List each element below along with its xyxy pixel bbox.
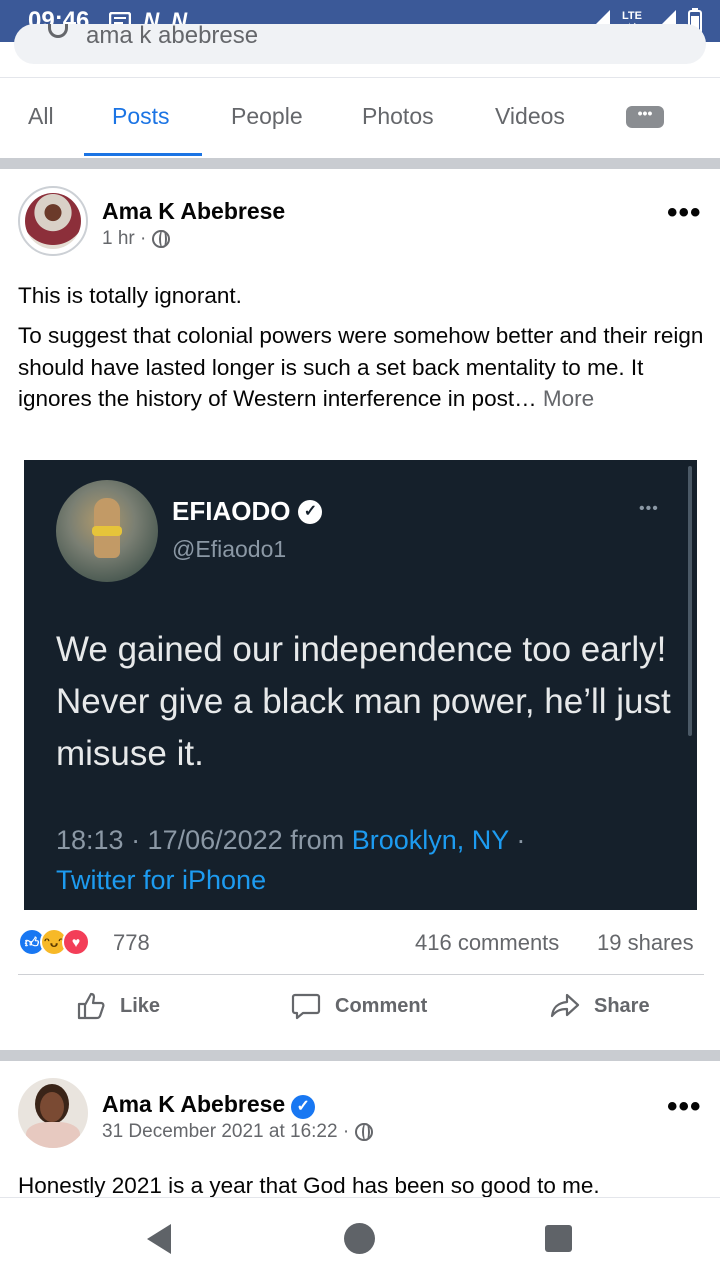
android-nav-bar (0, 1197, 720, 1280)
like-button[interactable]: Like (76, 986, 160, 1026)
post-time: 1 hr · (102, 228, 147, 249)
comment-button[interactable]: Comment (291, 986, 427, 1026)
share-count[interactable]: 19 shares (597, 930, 694, 956)
tab-videos[interactable]: Videos (495, 103, 565, 130)
back-icon[interactable] (147, 1224, 171, 1254)
tweet-name: EFIAODO ✓ (172, 496, 323, 527)
tweet-location: Brooklyn, NY (351, 825, 509, 855)
tweet-client: Twitter for iPhone (56, 865, 267, 895)
more-link[interactable]: More (543, 386, 594, 411)
comment-count[interactable]: 416 comments (415, 930, 559, 956)
post-divider (0, 1050, 720, 1061)
tweet-more-icon: ••• (639, 500, 659, 517)
share-button[interactable]: Share (550, 986, 650, 1026)
post-options-icon[interactable]: ••• (667, 1090, 702, 1124)
active-tab-indicator (84, 153, 202, 156)
search-icon (48, 24, 68, 38)
post-text-body: To suggest that colonial powers were som… (18, 323, 704, 411)
post-meta: 1 hr · (102, 228, 171, 250)
tweet-text: We gained our independence too early! Ne… (56, 630, 671, 773)
more-tabs-icon[interactable]: ••• (626, 106, 664, 128)
verified-icon: ✓ (291, 1095, 316, 1119)
home-icon[interactable] (344, 1223, 375, 1254)
tab-posts[interactable]: Posts (112, 103, 170, 130)
avatar[interactable] (18, 186, 88, 256)
tweet-handle: @Efiaodo1 (172, 536, 287, 562)
post-image-tweet[interactable]: EFIAODO ✓ @Efiaodo1 ••• We gained our in… (24, 460, 697, 910)
avatar[interactable] (18, 1078, 88, 1148)
search-query: ama k abebrese (86, 24, 259, 49)
comment-label: Comment (335, 994, 428, 1017)
share-label: Share (594, 994, 650, 1017)
reaction-count[interactable]: 778 (113, 930, 150, 956)
comment-icon (291, 993, 321, 1020)
like-label: Like (120, 994, 161, 1017)
tweet-scrollbar (688, 466, 692, 736)
search-input[interactable]: ama k abebrese (14, 24, 706, 64)
tweet-footer: 18:13 · 17/06/2022 from Brooklyn, NY · T… (56, 825, 526, 895)
post-text-line1: This is totally ignorant. (18, 283, 242, 308)
reaction-divider (18, 974, 704, 975)
like-icon (77, 992, 105, 1020)
post-author[interactable]: Ama K Abebrese ✓ (102, 1091, 316, 1119)
reaction-icons[interactable]: 👍︎ ᵔᴗᵔ ♥ (18, 928, 90, 956)
tweet-avatar (56, 480, 158, 582)
recent-apps-icon[interactable] (545, 1225, 572, 1252)
post-time: 31 December 2021 at 16:22 · (102, 1121, 350, 1142)
search-bar-area: ama k abebrese (0, 24, 720, 78)
love-reaction-icon: ♥ (62, 928, 90, 956)
tab-photos[interactable]: Photos (362, 103, 434, 130)
globe-icon (152, 230, 171, 248)
post-options-icon[interactable]: ••• (667, 196, 702, 230)
post-author[interactable]: Ama K Abebrese (102, 198, 285, 225)
verified-icon: ✓ (298, 499, 323, 524)
tab-people[interactable]: People (231, 103, 303, 130)
share-icon (550, 993, 580, 1018)
globe-icon (355, 1123, 374, 1141)
tab-all[interactable]: All (28, 103, 54, 130)
section-divider (0, 158, 720, 169)
post-meta: 31 December 2021 at 16:22 · (102, 1121, 374, 1143)
search-tabs: All Posts People Photos Videos (0, 79, 720, 158)
